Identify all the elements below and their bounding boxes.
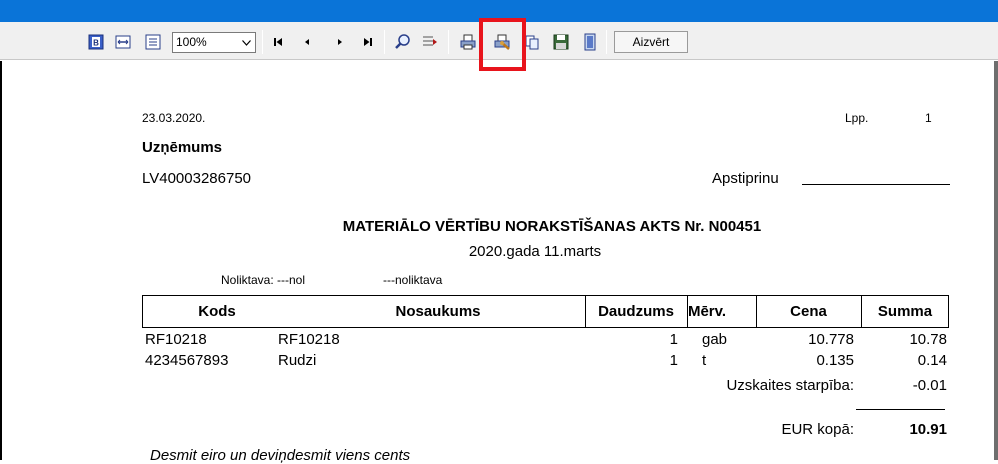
fit-page-icon[interactable] bbox=[143, 32, 163, 52]
column-header-unit: Mērv. bbox=[687, 303, 727, 320]
difference-label: Uzskaites starpība: bbox=[726, 377, 854, 394]
preview-toolbar: B 100% Aizvērt bbox=[0, 22, 998, 60]
report-subtitle: 2020.gada 11.marts bbox=[468, 243, 602, 260]
window-title-bar bbox=[0, 0, 998, 22]
row-price: 10.778 bbox=[808, 331, 854, 348]
row-code: RF10218 bbox=[145, 331, 207, 348]
registration-number: LV40003286750 bbox=[142, 170, 251, 187]
toolbar-separator bbox=[606, 30, 607, 54]
find-next-icon[interactable] bbox=[420, 32, 440, 52]
approve-label: Apstiprinu bbox=[712, 170, 779, 187]
table-header: Kods Nosaukums Daudzums Mērv. Cena Summa bbox=[142, 295, 949, 328]
page-number: 1 bbox=[925, 111, 932, 125]
next-page-icon[interactable] bbox=[330, 32, 350, 52]
signature-line bbox=[802, 184, 950, 185]
warehouse-name: ---noliktava bbox=[383, 273, 443, 287]
chevron-down-icon bbox=[238, 33, 255, 52]
row-unit: t bbox=[702, 352, 707, 369]
total-line bbox=[856, 409, 945, 410]
total-label: EUR kopā: bbox=[781, 421, 854, 438]
print-icon[interactable] bbox=[458, 32, 478, 52]
close-button[interactable]: Aizvērt bbox=[614, 31, 688, 53]
row-sum: 10.78 bbox=[909, 331, 947, 348]
svg-text:B: B bbox=[93, 39, 99, 48]
amount-in-words: Desmit eiro un deviņdesmit viens cents bbox=[150, 447, 411, 464]
save-icon[interactable] bbox=[551, 32, 571, 52]
report-date: 23.03.2020. bbox=[142, 111, 206, 125]
toolbar-separator bbox=[384, 30, 385, 54]
page-border-right bbox=[994, 61, 998, 460]
row-unit: gab bbox=[702, 331, 728, 348]
zoom-value: 100% bbox=[176, 35, 207, 49]
row-code: 4234567893 bbox=[145, 352, 229, 369]
report-title: MATERIĀLO VĒRTĪBU NORAKSTĪŠANAS AKTS Nr.… bbox=[342, 218, 762, 235]
copy-icon[interactable] bbox=[522, 32, 542, 52]
column-header-code: Kods bbox=[198, 303, 236, 320]
zoom-select[interactable]: 100% bbox=[172, 32, 256, 53]
row-quantity: 1 bbox=[669, 352, 678, 369]
toolbar-separator bbox=[262, 30, 263, 54]
last-page-icon[interactable] bbox=[358, 32, 378, 52]
row-quantity: 1 bbox=[669, 331, 678, 348]
export-icon[interactable] bbox=[580, 32, 600, 52]
row-name: RF10218 bbox=[278, 331, 340, 348]
company-name: Uzņēmums bbox=[142, 139, 223, 156]
column-header-quantity: Daudzums bbox=[598, 303, 674, 320]
warehouse-label: Noliktava: ---nol bbox=[221, 273, 306, 287]
prev-page-icon[interactable] bbox=[297, 32, 317, 52]
difference-value: -0.01 bbox=[912, 377, 947, 394]
row-name: Rudzi bbox=[278, 352, 317, 369]
page-label: Lpp. bbox=[845, 111, 869, 125]
toolbar-separator bbox=[448, 30, 449, 54]
fit-width-icon[interactable] bbox=[113, 32, 133, 52]
page-border-left bbox=[0, 61, 2, 460]
page-view-icon[interactable]: B bbox=[86, 32, 106, 52]
print-setup-icon[interactable] bbox=[492, 32, 512, 52]
column-header-price: Cena bbox=[790, 303, 827, 320]
column-header-sum: Summa bbox=[877, 303, 933, 320]
total-value: 10.91 bbox=[909, 421, 947, 438]
first-page-icon[interactable] bbox=[268, 32, 288, 52]
search-icon[interactable] bbox=[393, 32, 413, 52]
column-header-name: Nosaukums bbox=[395, 303, 481, 320]
row-price: 0.135 bbox=[816, 352, 854, 369]
row-sum: 0.14 bbox=[917, 352, 947, 369]
